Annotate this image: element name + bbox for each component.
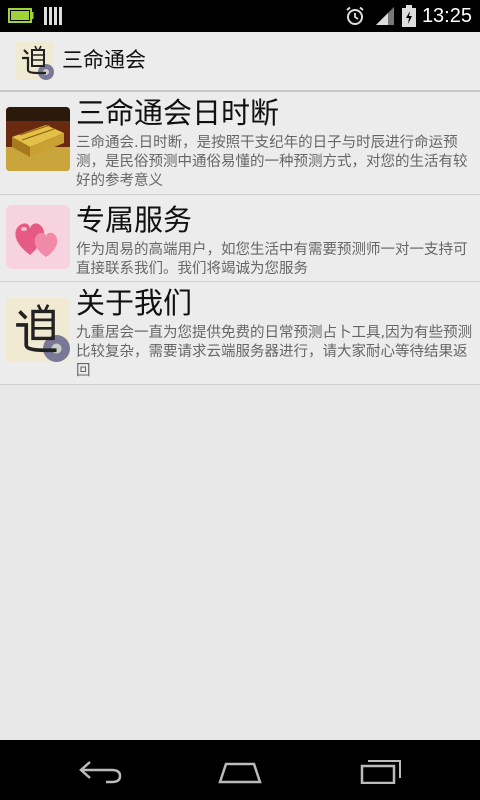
dao-logo-icon (6, 298, 70, 362)
item-description: 作为周易的高端用户，如您生活中有需要预测师一对一支持可直接联系我们。我们将竭诚为… (76, 242, 468, 277)
status-clock: 13:25 (421, 5, 472, 27)
battery-full-icon (8, 8, 34, 23)
item-description: 三命通会.日时断，是按照干支纪年的日子与时辰进行命运预测，是民俗预测中通俗易懂的… (76, 135, 468, 189)
list-item-rishiduan[interactable]: 三命通会日时断 三命通会.日时断，是按照干支纪年的日子与时辰进行命运预测，是民俗… (0, 92, 480, 195)
signal-icon (44, 7, 62, 25)
recent-apps-icon[interactable] (358, 758, 404, 784)
list-item-exclusive-service[interactable]: 专属服务 作为周易的高端用户，如您生活中有需要预测师一对一支持可直接联系我们。我… (0, 195, 480, 282)
list-item-about-us[interactable]: 关于我们 九重居会一直为您提供免费的日常预测占卜工具,因为有些预测比较复杂，需要… (0, 282, 480, 385)
menu-list: 三命通会日时断 三命通会.日时断，是按照干支纪年的日子与时辰进行命运预测，是民俗… (0, 92, 480, 385)
pink-hearts-icon (6, 205, 70, 269)
item-title: 专属服务 (76, 203, 193, 237)
battery-charging-icon (402, 5, 416, 27)
app-title: 三命通会 (62, 48, 146, 72)
gold-bars-icon (6, 107, 70, 171)
item-description: 九重居会一直为您提供免费的日常预测占卜工具,因为有些预测比较复杂，需要请求云端服… (76, 325, 473, 379)
alarm-icon (346, 6, 364, 25)
navigation-bar (0, 740, 480, 800)
action-bar: 三命通会 (0, 32, 480, 92)
item-title: 三命通会日时断 (76, 96, 280, 130)
item-title: 关于我们 (76, 286, 193, 320)
cell-signal-icon (376, 7, 394, 25)
dao-logo-icon[interactable] (16, 42, 54, 80)
status-bar: 13:25 (0, 0, 480, 32)
back-icon[interactable] (78, 758, 124, 784)
home-icon[interactable] (216, 758, 264, 784)
